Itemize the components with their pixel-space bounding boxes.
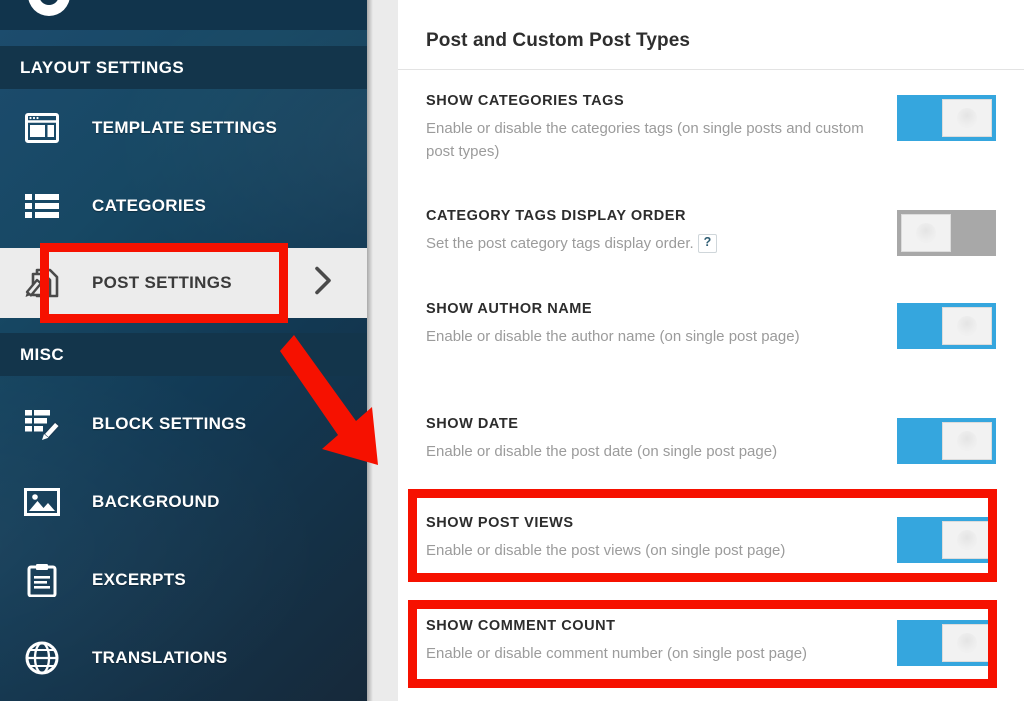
sidebar-item-block-settings[interactable]: BLOCK SETTINGS bbox=[0, 385, 367, 463]
setting-description: Enable or disable the categories tags (o… bbox=[426, 120, 864, 160]
setting-row-show-author-name: SHOW AUTHOR NAME Enable or disable the a… bbox=[398, 279, 1024, 394]
sidebar-item-label: TEMPLATE SETTINGS bbox=[92, 118, 278, 137]
sidebar-item-excerpts[interactable]: EXCERPTS bbox=[0, 541, 367, 619]
setting-row-show-post-views: SHOW POST VIEWS Enable or disable the po… bbox=[398, 484, 1024, 596]
sidebar-item-label: BLOCK SETTINGS bbox=[92, 414, 247, 433]
sidebar: LAYOUT SETTINGS TEMPLATE SETTINGS CATEGO… bbox=[0, 0, 367, 701]
sidebar-item-post-settings[interactable]: POST SETTINGS bbox=[0, 248, 367, 318]
screenshot-root: LAYOUT SETTINGS TEMPLATE SETTINGS CATEGO… bbox=[0, 0, 1024, 701]
list-icon bbox=[16, 192, 68, 220]
toggle-knob bbox=[942, 422, 992, 460]
setting-description-text: Set the post category tags display order… bbox=[426, 235, 694, 252]
setting-row-category-tags-display-order: CATEGORY TAGS DISPLAY ORDER Set the post… bbox=[398, 186, 1024, 279]
sidebar-logo-area bbox=[0, 0, 367, 30]
sidebar-section-header-misc: MISC bbox=[0, 333, 367, 376]
toggle-knob bbox=[901, 214, 951, 252]
setting-description: Enable or disable the post views (on sin… bbox=[426, 542, 786, 559]
sidebar-item-categories[interactable]: CATEGORIES bbox=[0, 167, 367, 245]
toggle-show-author-name[interactable] bbox=[897, 303, 996, 349]
browser-window-icon bbox=[16, 113, 68, 143]
sidebar-item-translations[interactable]: TRANSLATIONS bbox=[0, 619, 367, 697]
sidebar-item-template-settings[interactable]: TEMPLATE SETTINGS bbox=[0, 89, 367, 167]
sidebar-item-label: BACKGROUND bbox=[92, 492, 220, 511]
sidebar-item-label: POST SETTINGS bbox=[92, 273, 232, 292]
toggle-knob bbox=[942, 521, 992, 559]
circle-logo-icon bbox=[28, 0, 70, 16]
toggle-show-date[interactable] bbox=[897, 418, 996, 464]
image-icon bbox=[16, 488, 68, 516]
chevron-right-icon[interactable] bbox=[313, 265, 333, 302]
setting-description: Enable or disable the author name (on si… bbox=[426, 328, 800, 345]
toggle-knob bbox=[942, 99, 992, 137]
toggle-category-tags-display-order[interactable] bbox=[897, 210, 996, 256]
toggle-knob bbox=[942, 307, 992, 345]
sidebar-item-background[interactable]: BACKGROUND bbox=[0, 463, 367, 541]
sidebar-shadow bbox=[367, 0, 373, 701]
help-icon[interactable]: ? bbox=[697, 234, 718, 253]
toggle-knob bbox=[942, 624, 992, 662]
sidebar-item-label: TRANSLATIONS bbox=[92, 648, 228, 667]
settings-list: SHOW CATEGORIES TAGS Enable or disable t… bbox=[398, 71, 1024, 696]
toggle-show-categories-tags[interactable] bbox=[897, 95, 996, 141]
toggle-show-comment-count[interactable] bbox=[897, 620, 996, 666]
page-title: Post and Custom Post Types bbox=[398, 12, 1024, 70]
setting-description: Enable or disable the post date (on sing… bbox=[426, 443, 778, 460]
sidebar-section-label: LAYOUT SETTINGS bbox=[20, 57, 185, 77]
block-edit-icon bbox=[16, 408, 68, 440]
page-title-text: Post and Custom Post Types bbox=[426, 29, 691, 51]
globe-icon bbox=[16, 641, 68, 675]
sidebar-section-label: MISC bbox=[20, 344, 65, 364]
sidebar-item-label: EXCERPTS bbox=[92, 570, 187, 589]
setting-description: Set the post category tags display order… bbox=[426, 233, 876, 256]
sidebar-item-label: CATEGORIES bbox=[92, 196, 207, 215]
setting-row-show-comment-count: SHOW COMMENT COUNT Enable or disable com… bbox=[398, 596, 1024, 696]
sidebar-section-header-layout: LAYOUT SETTINGS bbox=[0, 46, 367, 89]
toggle-show-post-views[interactable] bbox=[897, 517, 996, 563]
document-pen-icon bbox=[16, 266, 68, 300]
setting-description: Enable or disable comment number (on sin… bbox=[426, 645, 808, 662]
clipboard-icon bbox=[16, 563, 68, 597]
setting-row-show-date: SHOW DATE Enable or disable the post dat… bbox=[398, 394, 1024, 484]
setting-row-show-categories-tags: SHOW CATEGORIES TAGS Enable or disable t… bbox=[398, 71, 1024, 186]
